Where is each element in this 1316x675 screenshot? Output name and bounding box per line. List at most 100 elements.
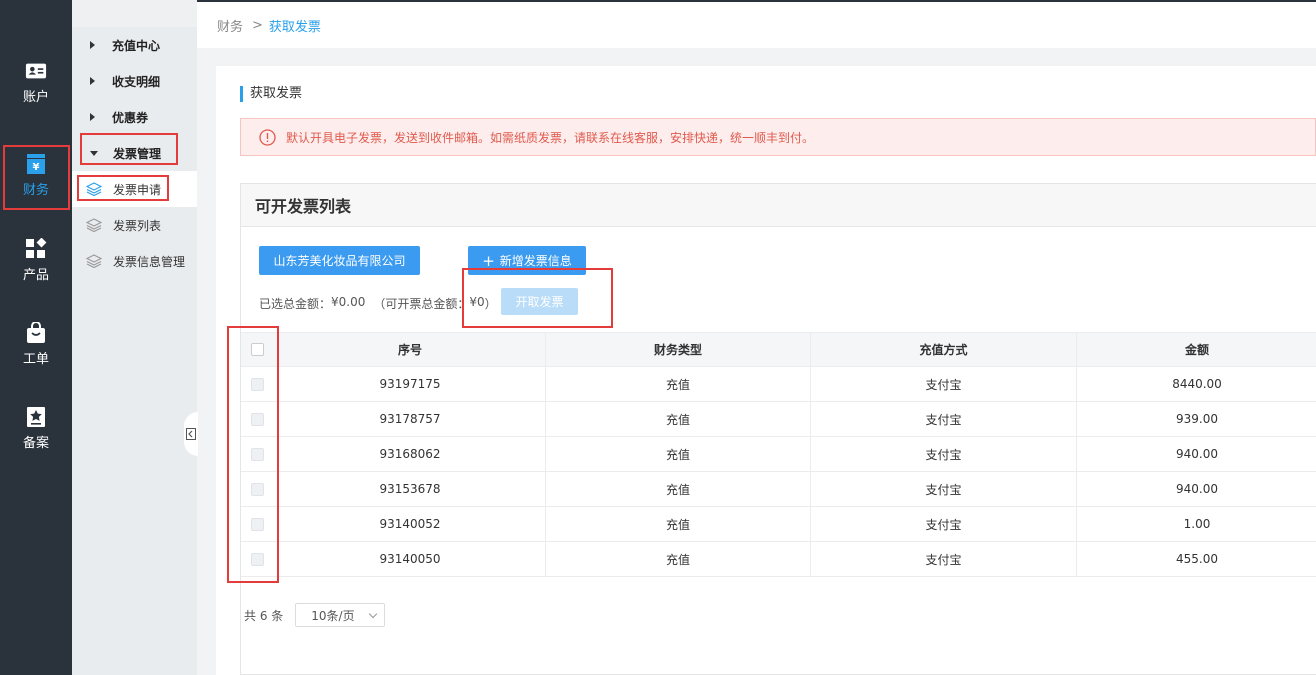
caret-right-icon: [90, 77, 95, 85]
subnav-item-invoice-apply[interactable]: 发票申请: [72, 171, 197, 207]
pagination: 共 6 条 10条/页: [244, 603, 386, 627]
notice-text: 默认开具电子发票，发送到收件邮箱。如需纸质发票，请联系在线客服，安排快递，统一顺…: [286, 130, 815, 145]
row-checkbox-cell: [241, 367, 275, 401]
table-cell: 93197175: [275, 367, 546, 401]
table-cell: 充值: [546, 507, 811, 541]
table-row: 93197175 充值 支付宝 8440.00: [241, 367, 1316, 402]
breadcrumb-root[interactable]: 财务: [217, 16, 243, 35]
layers-icon: [86, 253, 102, 269]
row-checkbox[interactable]: [251, 482, 264, 496]
table-cell: 支付宝: [811, 367, 1077, 401]
amount-summary: 已选总金额： ¥0.00 （可开票总金额： ¥0 ）: [259, 295, 497, 312]
table-cell: 939.00: [1176, 412, 1218, 426]
table-row: 93178757 充值 支付宝 939.00: [241, 402, 1316, 437]
table-row: 93153678 充值 支付宝 940.00: [241, 472, 1316, 507]
rail-item-label: 产品: [22, 267, 49, 283]
finance-icon: ¥: [25, 153, 47, 175]
column-header: 充值方式: [811, 333, 1077, 366]
subnav-group-label: 充值中心: [112, 38, 161, 53]
row-checkbox-cell: [241, 507, 275, 541]
notice-banner: 默认开具电子发票，发送到收件邮箱。如需纸质发票，请联系在线客服，安排快递，统一顺…: [240, 118, 1316, 156]
table-cell: 8440.00: [1172, 377, 1222, 391]
rail-item-products[interactable]: 产品: [0, 225, 72, 295]
collapse-icon: [186, 428, 196, 440]
row-checkbox[interactable]: [251, 552, 264, 566]
subnav-group-recharge[interactable]: 充值中心: [72, 27, 197, 63]
table-cell: 充值: [546, 542, 811, 576]
page-size-value: 10条/页: [311, 608, 355, 623]
column-header: 金额: [1184, 343, 1209, 357]
row-checkbox-cell: [241, 472, 275, 506]
subnav-group-invoice-management[interactable]: 发票管理: [72, 135, 197, 171]
invoice-panel: 可开发票列表 山东芳美化妆品有限公司 + 新增发票信息 已选总金额： ¥0.00…: [240, 183, 1316, 675]
available-amount-close: ）: [484, 297, 497, 311]
page-title: 获取发票: [240, 86, 302, 102]
rail-item-account[interactable]: 账户: [0, 47, 72, 117]
select-all-checkbox[interactable]: [251, 343, 264, 356]
subnav-item-label: 发票申请: [113, 182, 162, 197]
breadcrumb-current: 获取发票: [268, 19, 321, 35]
caret-down-icon: [90, 150, 98, 156]
table-cell: 93178757: [275, 402, 546, 436]
table-cell: 充值: [546, 437, 811, 471]
table-cell: 93140050: [275, 542, 546, 576]
table-row: 93140050 充值 支付宝 455.00: [241, 542, 1316, 577]
id-card-icon: [25, 60, 47, 82]
subnav-top-bar: [72, 0, 197, 27]
svg-text:¥: ¥: [33, 162, 40, 173]
table-cell: 93140052: [275, 507, 546, 541]
row-checkbox-cell: [241, 402, 275, 436]
caret-right-icon: [90, 41, 95, 49]
add-invoice-info-button[interactable]: + 新增发票信息: [468, 246, 586, 275]
rail-item-tickets[interactable]: 工单: [0, 309, 72, 379]
table-cell: 940.00: [1176, 482, 1218, 496]
row-checkbox[interactable]: [251, 412, 264, 426]
row-checkbox-cell: [241, 437, 275, 471]
table-row: 93168062 充值 支付宝 940.00: [241, 437, 1316, 472]
subnav-item-invoice-info[interactable]: 发票信息管理: [72, 243, 197, 279]
subnav-item-label: 发票列表: [113, 218, 162, 233]
company-button[interactable]: 山东芳美化妆品有限公司: [259, 246, 420, 275]
pagination-total: 共 6 条: [244, 608, 284, 623]
selected-amount-label: 已选总金额：: [259, 297, 332, 311]
subnav-group-label: 发票管理: [113, 146, 162, 161]
rail-item-finance[interactable]: ¥ 财务: [0, 140, 72, 210]
table-cell: 充值: [546, 472, 811, 506]
panel-title: 可开发票列表: [241, 184, 1316, 227]
layers-icon: [86, 181, 102, 197]
row-checkbox[interactable]: [251, 517, 264, 531]
sidebar-collapse-handle[interactable]: [184, 412, 198, 456]
star-badge-icon: [25, 406, 47, 428]
subnav-group-coupons[interactable]: 优惠券: [72, 99, 197, 135]
breadcrumb-separator: >: [252, 17, 263, 33]
table-cell: 1.00: [1183, 517, 1211, 531]
table-row: 93140052 充值 支付宝 1.00: [241, 507, 1316, 542]
available-amount-label: （可开票总金额：: [373, 297, 470, 311]
table-cell: 940.00: [1176, 447, 1218, 461]
subnav-group-statements[interactable]: 收支明细: [72, 63, 197, 99]
rail-item-label: 工单: [22, 351, 49, 367]
table-cell: 充值: [546, 367, 811, 401]
rail-item-label: 财务: [22, 182, 49, 198]
subnav-item-label: 发票信息管理: [113, 254, 186, 269]
info-icon: [259, 128, 276, 146]
column-header: 序号: [275, 333, 546, 366]
header-checkbox-cell: [241, 333, 275, 366]
row-checkbox[interactable]: [251, 447, 264, 461]
row-checkbox-cell: [241, 542, 275, 576]
chevron-down-icon: [369, 609, 378, 618]
breadcrumb: 财务 > 获取发票: [197, 0, 1316, 48]
row-checkbox[interactable]: [251, 377, 264, 391]
main-content: 获取发票 默认开具电子发票，发送到收件邮箱。如需纸质发票，请联系在线客服，安排快…: [216, 66, 1316, 675]
page-size-select[interactable]: 10条/页: [295, 603, 386, 627]
caret-right-icon: [90, 113, 95, 121]
rail-item-filing[interactable]: 备案: [0, 393, 72, 463]
subnav-item-invoice-list[interactable]: 发票列表: [72, 207, 197, 243]
issue-invoice-button[interactable]: 开取发票: [501, 288, 578, 315]
left-rail: 账户 ¥ 财务 产品 工单 备案: [0, 0, 72, 675]
selected-amount-value: ¥0.00: [331, 295, 366, 309]
subnav-group-label: 收支明细: [112, 74, 161, 89]
table-cell: 支付宝: [811, 402, 1077, 436]
table-cell: 93153678: [275, 472, 546, 506]
rail-item-label: 备案: [22, 435, 49, 451]
